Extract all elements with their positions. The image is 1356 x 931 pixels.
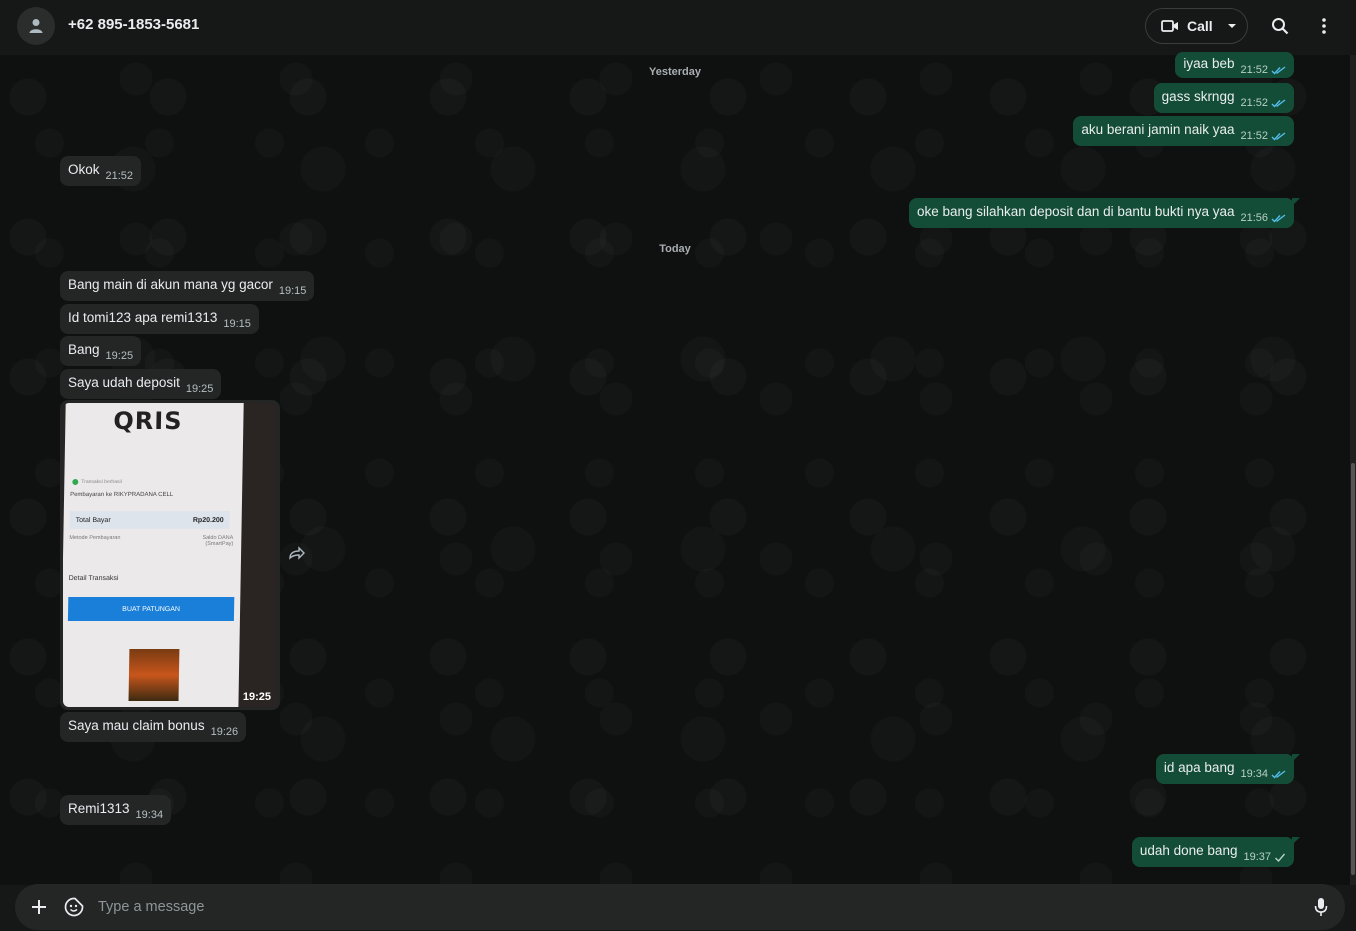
sent-check-icon: [1274, 853, 1286, 862]
message-time: 19:25: [242, 691, 271, 703]
message-outgoing[interactable]: id apa bang 19:34: [1155, 754, 1300, 784]
detail-label: Detail Transaksi: [68, 575, 119, 582]
message-text: Saya mau claim bonus: [68, 717, 205, 733]
patungan-button: BUAT PATUNGAN: [67, 597, 235, 621]
message-incoming[interactable]: Id tomi123 apa remi1313 19:15: [60, 304, 259, 334]
message-time: 19:37: [1243, 851, 1271, 863]
date-divider-yesterday: Yesterday: [649, 66, 701, 78]
message-incoming[interactable]: Bang 19:25: [60, 336, 142, 366]
emoji-sticker-button[interactable]: [63, 896, 85, 918]
microphone-icon: [1314, 898, 1328, 916]
attach-button[interactable]: [28, 896, 50, 918]
message-outgoing[interactable]: oke bang silahkan deposit dan di bantu b…: [908, 198, 1300, 228]
read-receipt-icon: [1271, 131, 1286, 141]
qris-logo: QRIS: [113, 407, 183, 435]
scrollbar-thumb[interactable]: [1351, 463, 1355, 875]
method-row: Metode Pembayaran Saldo DANA (SmartPay): [69, 535, 234, 547]
message-text: gass skrngg: [1161, 88, 1235, 104]
bubble-tail: [1292, 837, 1300, 845]
status-text: Transaksi berhasil: [72, 479, 122, 485]
message-text: Okok: [68, 161, 100, 177]
message-text: Bang main di akun mana yg gacor: [68, 276, 273, 292]
forward-icon: [289, 546, 305, 560]
read-receipt-icon: [1271, 769, 1286, 779]
menu-button[interactable]: [1312, 14, 1336, 38]
message-text: oke bang silahkan deposit dan di bantu b…: [916, 203, 1235, 219]
message-outgoing[interactable]: gass skrngg 21:52: [1153, 83, 1294, 113]
message-incoming[interactable]: Bang main di akun mana yg gacor 19:15: [60, 271, 315, 301]
message-text: udah done bang: [1139, 842, 1238, 858]
call-label: Call: [1187, 18, 1213, 34]
message-time: 19:15: [278, 285, 307, 297]
message-time: 19:25: [105, 350, 134, 362]
message-text: Bang: [68, 341, 100, 357]
game-banner: [128, 649, 180, 701]
message-text: id apa bang: [1163, 759, 1235, 775]
merchant-text: Pembayaran ke RIKYPRADANA CELL: [70, 492, 174, 498]
bubble-tail: [1292, 754, 1300, 762]
message-text: Remi1313: [68, 800, 130, 816]
message-time: 19:15: [223, 318, 251, 330]
contact-avatar[interactable]: [17, 7, 55, 45]
scrollbar[interactable]: [1350, 55, 1356, 885]
message-outgoing[interactable]: aku berani jamin naik yaa 21:52: [1073, 116, 1294, 146]
message-incoming[interactable]: Saya mau claim bonus 19:26: [60, 712, 247, 742]
message-text: aku berani jamin naik yaa: [1081, 121, 1235, 137]
message-incoming[interactable]: Saya udah deposit 19:25: [60, 369, 222, 399]
read-receipt-icon: [1271, 98, 1286, 108]
call-button[interactable]: Call: [1145, 8, 1248, 44]
message-outgoing[interactable]: iyaa beb 21:52: [1175, 52, 1294, 78]
message-time: 19:26: [210, 726, 239, 738]
contact-name[interactable]: +62 895-1853-5681: [68, 16, 199, 33]
message-incoming[interactable]: Remi1313 19:34: [60, 795, 172, 825]
message-text: Saya udah deposit: [68, 374, 180, 390]
message-time: 21:52: [1240, 97, 1268, 109]
search-icon: [1272, 18, 1289, 35]
chat-header: +62 895-1853-5681 Call: [0, 0, 1356, 52]
message-time: 21:56: [1240, 212, 1268, 224]
receipt-screen: QRIS Transaksi berhasil Pembayaran ke RI…: [63, 403, 244, 707]
message-text: iyaa beb: [1183, 55, 1235, 71]
message-time: 19:34: [135, 809, 164, 821]
chevron-down-icon: [1227, 24, 1236, 28]
message-text: Id tomi123 apa remi1313: [68, 309, 218, 325]
success-check-icon: [72, 479, 79, 485]
message-time: 21:52: [105, 170, 134, 182]
image-message[interactable]: QRIS Transaksi berhasil Pembayaran ke RI…: [60, 400, 280, 710]
sticker-icon: [64, 897, 84, 917]
message-time: 19:25: [185, 383, 214, 395]
message-composer: Type a message: [15, 884, 1345, 930]
read-receipt-icon: [1271, 213, 1286, 223]
read-receipt-icon: [1271, 65, 1286, 75]
message-incoming[interactable]: Okok 21:52: [60, 156, 142, 186]
more-vertical-icon: [1322, 18, 1326, 34]
video-camera-icon: [1161, 20, 1178, 32]
payment-receipt-photo[interactable]: QRIS Transaksi berhasil Pembayaran ke RI…: [63, 403, 277, 707]
avatar-icon: [29, 19, 43, 33]
forward-button[interactable]: [288, 546, 308, 564]
search-button[interactable]: [1268, 14, 1292, 38]
message-time: 21:52: [1240, 64, 1268, 76]
date-divider-today: Today: [659, 243, 691, 255]
plus-icon: [32, 900, 46, 914]
voice-button[interactable]: [1310, 896, 1332, 918]
message-input[interactable]: Type a message: [98, 899, 204, 915]
message-outgoing[interactable]: udah done bang 19:37: [1131, 837, 1300, 867]
message-time: 21:52: [1240, 130, 1268, 142]
bubble-tail: [1292, 198, 1300, 206]
message-time: 19:34: [1240, 768, 1268, 780]
total-row: Total Bayar Rp20.200: [69, 511, 230, 529]
